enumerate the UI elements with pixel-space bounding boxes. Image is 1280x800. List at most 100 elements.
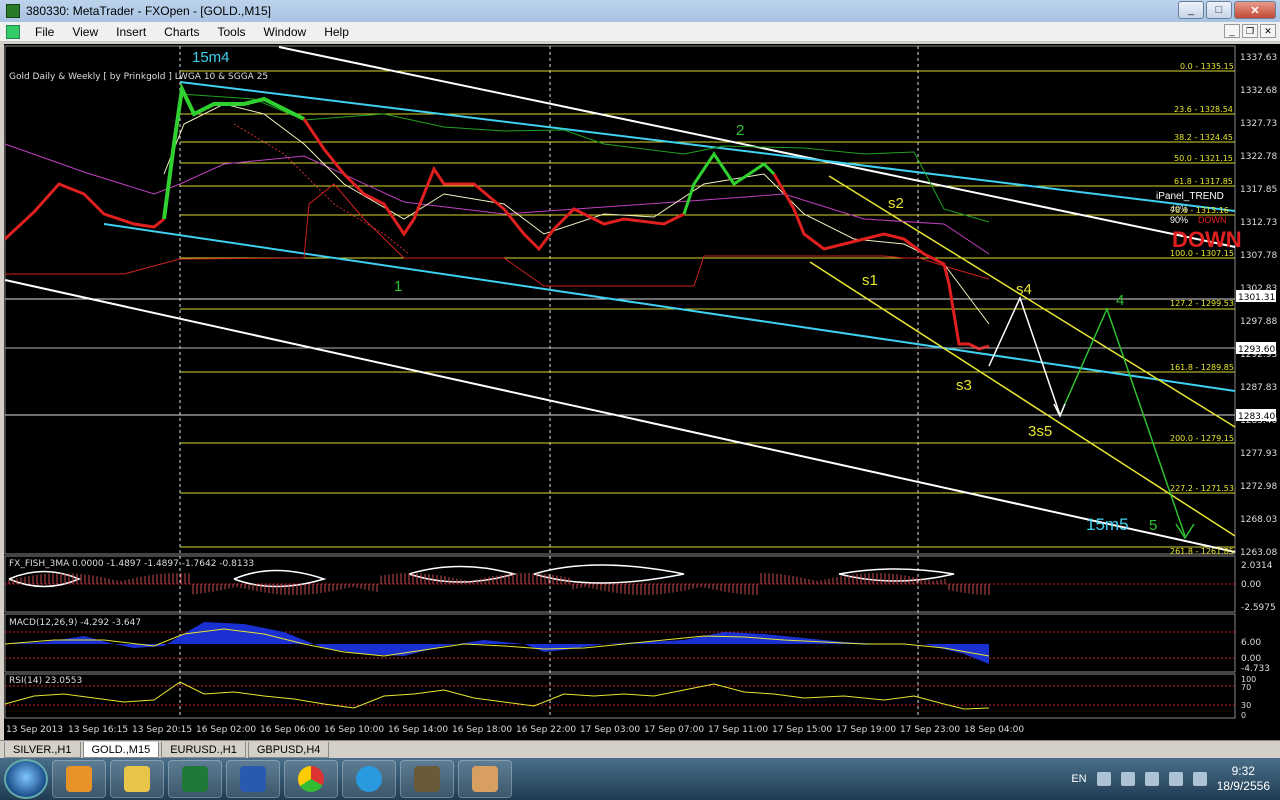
help-icon[interactable] <box>1096 772 1111 786</box>
mdi-close-button[interactable]: ✕ <box>1260 24 1276 38</box>
clock-date: 18/9/2556 <box>1216 779 1270 793</box>
close-button[interactable]: ✕ <box>1234 1 1276 19</box>
time-axis-label: 16 Sep 02:00 <box>196 725 256 735</box>
chart-window[interactable]: 15m4 1 2 s2 s1 s3 s4 3s5 4 15m5 5 0.0 - … <box>4 44 1280 740</box>
price-scale-label: 1332.68 <box>1240 86 1277 96</box>
time-axis-label: 16 Sep 06:00 <box>260 725 320 735</box>
time-axis-label: 16 Sep 22:00 <box>516 725 576 735</box>
time-axis-label: 18 Sep 04:00 <box>964 725 1024 735</box>
wave-label-1: 1 <box>394 278 402 295</box>
fib-label: 227.2 - 1271.53 <box>1170 484 1234 493</box>
internet-explorer-icon <box>356 766 382 792</box>
price-scale-label: 1327.73 <box>1240 119 1277 129</box>
time-axis-label: 16 Sep 14:00 <box>388 725 448 735</box>
time-axis-label: 13 Sep 2013 <box>6 725 63 735</box>
chart-tabs: SILVER.,H1 GOLD.,M15 EURUSD.,H1 GBPUSD,H… <box>0 740 1280 758</box>
rsi-indicator-label: RSI(14) 23.0553 <box>9 676 83 686</box>
volume-icon[interactable] <box>1168 772 1183 786</box>
menu-view[interactable]: View <box>63 25 107 39</box>
taskbar-paint[interactable] <box>458 760 512 798</box>
rsi-scale-70: 70 <box>1241 683 1251 692</box>
wave-label-5: 5 <box>1149 517 1157 534</box>
flag-icon[interactable] <box>1144 772 1159 786</box>
menu-charts[interactable]: Charts <box>155 25 208 39</box>
wave-label-s1: s1 <box>862 272 878 289</box>
tab-silver-h1[interactable]: SILVER.,H1 <box>4 742 81 758</box>
menu-window[interactable]: Window <box>255 25 316 39</box>
mdi-minimize-button[interactable]: _ <box>1224 24 1240 38</box>
language-indicator[interactable]: EN <box>1071 773 1086 785</box>
price-scale-label: 1322.78 <box>1240 152 1277 162</box>
price-scale-label: 1337.63 <box>1240 53 1277 63</box>
power-icon[interactable] <box>1192 772 1207 786</box>
time-axis-label: 17 Sep 23:00 <box>900 725 960 735</box>
minimize-button[interactable]: _ <box>1178 1 1204 19</box>
fish-scale-mid: 0.00 <box>1241 580 1261 590</box>
taskbar-excel[interactable] <box>168 760 222 798</box>
macd-scale-top: 6.00 <box>1241 638 1261 648</box>
wave-label-2: 2 <box>736 122 744 139</box>
macd-scale-bottom: -4.733 <box>1241 664 1270 674</box>
price-tag-lower: 1283.40 <box>1238 412 1275 422</box>
wave-label-15m5: 15m5 <box>1086 515 1129 534</box>
rsi-scale-30: 30 <box>1241 701 1251 710</box>
menu-tools[interactable]: Tools <box>209 25 255 39</box>
price-scale-label: 1312.73 <box>1240 218 1277 228</box>
taskbar-chrome[interactable] <box>284 760 338 798</box>
macd-indicator-label: MACD(12,26,9) -4.292 -3.647 <box>9 618 142 628</box>
ipanel-title: iPanel_TREND <box>1156 191 1224 202</box>
macd-scale-mid: 0.00 <box>1241 654 1261 664</box>
time-axis-label: 17 Sep 03:00 <box>580 725 640 735</box>
menu-bar: File View Insert Charts Tools Window Hel… <box>0 22 1280 42</box>
price-scale-label: 1277.93 <box>1240 449 1277 459</box>
network-icon[interactable] <box>1120 772 1135 786</box>
price-scale-label: 1307.78 <box>1240 251 1277 261</box>
taskbar-file-explorer[interactable] <box>110 760 164 798</box>
time-axis-label: 13 Sep 16:15 <box>68 725 128 735</box>
taskbar-word[interactable] <box>226 760 280 798</box>
price-scale-label: 1272.98 <box>1240 482 1277 492</box>
start-button[interactable] <box>4 759 48 799</box>
metatrader-icon <box>414 766 440 792</box>
ipanel-label-1: 40% <box>1170 204 1188 214</box>
wave-label-s3: s3 <box>956 377 972 394</box>
windows-taskbar: EN 9:32 18/9/2556 <box>0 758 1280 800</box>
fish-indicator-label: FX_FISH_3MA 0.0000 -1.4897 -1.4897 -1.76… <box>9 559 255 569</box>
time-axis-label: 13 Sep 20:15 <box>132 725 192 735</box>
excel-icon <box>182 766 208 792</box>
wave-label-15m4: 15m4 <box>192 49 230 66</box>
chart-window-icon[interactable] <box>6 24 20 39</box>
media-player-icon <box>66 766 92 792</box>
time-axis-label: 17 Sep 19:00 <box>836 725 896 735</box>
menu-insert[interactable]: Insert <box>107 25 155 39</box>
tab-eurusd-h1[interactable]: EURUSD.,H1 <box>161 742 246 758</box>
current-price-tag: 1293.60 <box>1238 345 1275 355</box>
fib-label: 0.0 - 1335.15 <box>1180 62 1234 71</box>
chart-header: Gold Daily & Weekly [ by Prinkgold ] LWG… <box>9 72 269 82</box>
clock[interactable]: 9:32 18/9/2556 <box>1217 764 1270 794</box>
fib-label: 200.0 - 1279.15 <box>1170 434 1234 443</box>
taskbar-internet-explorer[interactable] <box>342 760 396 798</box>
ipanel-label-3: DOWN <box>1198 215 1227 225</box>
fib-label: 127.2 - 1299.53 <box>1170 299 1234 308</box>
price-scale-label: 1317.85 <box>1240 185 1277 195</box>
tab-gold-m15[interactable]: GOLD.,M15 <box>82 742 160 758</box>
system-tray: EN 9:32 18/9/2556 <box>1071 758 1280 800</box>
price-chart[interactable]: 15m4 1 2 s2 s1 s3 s4 3s5 4 15m5 5 0.0 - … <box>4 44 1280 740</box>
time-axis-label: 16 Sep 18:00 <box>452 725 512 735</box>
taskbar-media-player[interactable] <box>52 760 106 798</box>
menu-help[interactable]: Help <box>315 25 358 39</box>
menu-file[interactable]: File <box>26 25 63 39</box>
ipanel-label-2: 90% <box>1170 215 1188 225</box>
time-axis-label: 17 Sep 15:00 <box>772 725 832 735</box>
time-axis-label: 16 Sep 10:00 <box>324 725 384 735</box>
folder-icon <box>124 766 150 792</box>
maximize-button[interactable]: □ <box>1206 1 1232 19</box>
taskbar-metatrader[interactable] <box>400 760 454 798</box>
price-scale-label: 1268.03 <box>1240 515 1277 525</box>
metatrader-app-icon <box>6 4 20 18</box>
fib-label: 61.8 - 1317.85 <box>1174 177 1233 186</box>
mdi-restore-button[interactable]: ❐ <box>1242 24 1258 38</box>
fib-label: 161.8 - 1289.85 <box>1170 363 1234 372</box>
tab-gbpusd-h4[interactable]: GBPUSD,H4 <box>247 742 330 758</box>
